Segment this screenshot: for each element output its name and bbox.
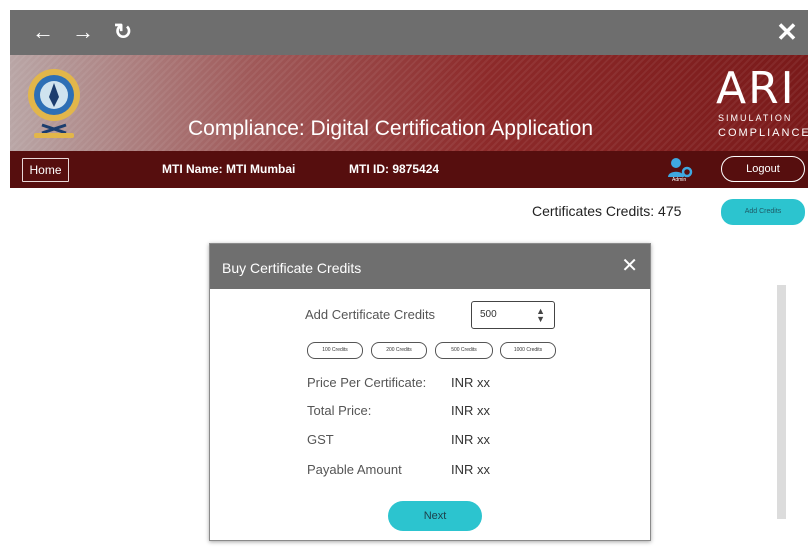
- browser-toolbar: ← → ↻ ✕: [10, 10, 808, 55]
- price-per-certificate-value: INR xx: [451, 375, 490, 390]
- mti-id: MTI ID: 9875424: [349, 162, 440, 176]
- payable-amount-value: INR xx: [451, 462, 490, 477]
- reload-icon[interactable]: ↻: [110, 19, 136, 45]
- add-credits-button[interactable]: Add Credits: [721, 199, 805, 225]
- arrow-left-icon[interactable]: ←: [30, 19, 56, 45]
- stepper-arrows-icon[interactable]: ▲ ▼: [536, 307, 545, 324]
- brand-compliance-text: COMPLIANCE: [718, 127, 808, 139]
- emblem-logo: [28, 69, 80, 138]
- add-credits-label: Add Certificate Credits: [305, 307, 436, 322]
- logout-button[interactable]: Logout: [721, 156, 805, 182]
- preset-500-credits[interactable]: 500 Credits: [435, 342, 493, 359]
- app-window: ← → ↻ ✕ Compliance: Digital Certificatio…: [10, 10, 808, 554]
- buy-credits-modal: Buy Certificate Credits ✕ Add Certificat…: [209, 243, 651, 541]
- brand-wordmark: ARI: [716, 63, 796, 114]
- certificate-credits-count: Certificates Credits: 475: [532, 203, 682, 219]
- preset-200-credits[interactable]: 200 Credits: [371, 342, 427, 359]
- gst-label: GST: [307, 432, 334, 447]
- preset-100-credits[interactable]: 100 Credits: [307, 342, 363, 359]
- admin-label: Admin: [672, 177, 687, 183]
- quantity-value: 500: [480, 309, 497, 320]
- home-button[interactable]: Home: [22, 158, 69, 182]
- modal-title: Buy Certificate Credits: [222, 260, 362, 276]
- next-button[interactable]: Next: [388, 501, 482, 531]
- price-per-certificate-label: Price Per Certificate:: [307, 375, 427, 390]
- main-navbar: Home MTI Name: MTI Mumbai MTI ID: 987542…: [10, 151, 808, 188]
- credits-quantity-stepper[interactable]: 500 ▲ ▼: [471, 301, 555, 329]
- payable-amount-label: Payable Amount: [307, 462, 402, 477]
- arrow-right-icon[interactable]: →: [70, 19, 96, 45]
- scrollbar[interactable]: [777, 285, 786, 519]
- mti-name: MTI Name: MTI Mumbai: [162, 162, 296, 176]
- brand-simulation-text: SIMULATION: [718, 113, 793, 123]
- page-title: Compliance: Digital Certification Applic…: [188, 117, 594, 140]
- close-icon[interactable]: ✕: [774, 18, 800, 46]
- modal-header: Buy Certificate Credits ✕: [210, 244, 650, 289]
- app-header: Compliance: Digital Certification Applic…: [10, 55, 808, 151]
- preset-1000-credits[interactable]: 1000 Credits: [500, 342, 556, 359]
- ari-logo: ARI SIMULATION COMPLIANCE: [712, 63, 808, 143]
- close-icon[interactable]: ✕: [621, 256, 638, 276]
- gst-value: INR xx: [451, 432, 490, 447]
- total-price-label: Total Price:: [307, 403, 372, 418]
- total-price-value: INR xx: [451, 403, 490, 418]
